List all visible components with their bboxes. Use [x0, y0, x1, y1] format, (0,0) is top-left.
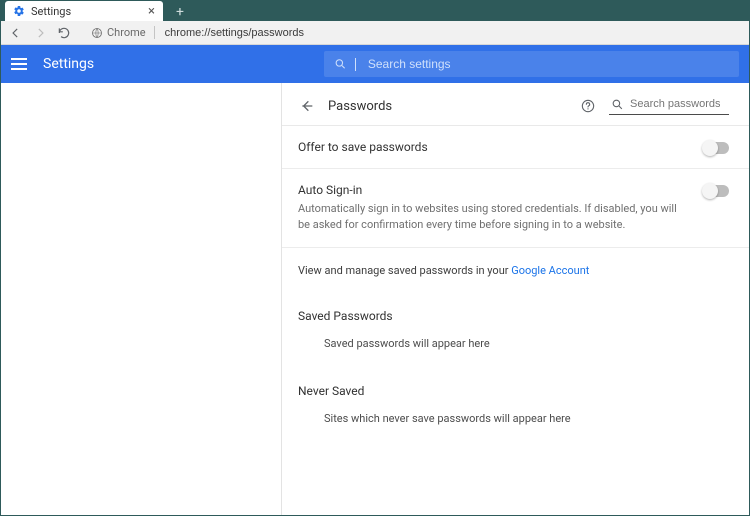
- browser-tab-strip: Settings × +: [1, 1, 749, 21]
- password-search-input[interactable]: [630, 98, 720, 110]
- auto-signin-toggle[interactable]: [703, 185, 729, 197]
- sidebar: [1, 83, 282, 515]
- content-header: Passwords: [282, 83, 749, 126]
- row-offer-save: Offer to save passwords: [282, 126, 749, 169]
- saved-passwords-empty: Saved passwords will appear here: [282, 333, 749, 376]
- saved-passwords-heading: Saved Passwords: [282, 301, 749, 333]
- main-area: Passwords Offer to save passwords Auto S…: [1, 83, 749, 515]
- google-account-link[interactable]: Google Account: [511, 264, 589, 277]
- browser-tab-settings[interactable]: Settings ×: [5, 1, 163, 21]
- search-icon: [611, 98, 624, 111]
- manage-passwords-text: View and manage saved passwords in your: [298, 264, 511, 277]
- offer-save-toggle[interactable]: [703, 142, 729, 154]
- app-title: Settings: [43, 56, 94, 72]
- password-search[interactable]: [609, 98, 729, 115]
- page-title: Passwords: [328, 99, 567, 114]
- settings-search[interactable]: [324, 51, 739, 77]
- caret-icon: [355, 58, 356, 71]
- gear-icon: [13, 5, 25, 17]
- menu-icon[interactable]: [11, 54, 31, 74]
- manage-passwords-row: View and manage saved passwords in your …: [282, 248, 749, 301]
- page-back-button[interactable]: [298, 97, 316, 115]
- auto-signin-description: Automatically sign in to websites using …: [298, 201, 678, 233]
- address-bar[interactable]: [165, 27, 485, 39]
- row-auto-signin: Auto Sign-in Automatically sign in to we…: [282, 169, 749, 248]
- never-saved-heading: Never Saved: [282, 376, 749, 408]
- url-source-chip: Chrome: [91, 26, 146, 39]
- new-tab-button[interactable]: +: [169, 3, 191, 21]
- close-icon[interactable]: ×: [148, 5, 155, 18]
- never-saved-empty: Sites which never save passwords will ap…: [282, 408, 749, 451]
- back-button[interactable]: [7, 24, 25, 42]
- offer-save-label: Offer to save passwords: [298, 140, 428, 154]
- tab-title: Settings: [31, 5, 148, 18]
- reload-button[interactable]: [55, 24, 73, 42]
- help-icon[interactable]: [579, 97, 597, 115]
- content-pane: Passwords Offer to save passwords Auto S…: [282, 83, 749, 515]
- settings-search-input[interactable]: [368, 57, 729, 71]
- auto-signin-label: Auto Sign-in: [298, 183, 678, 197]
- browser-toolbar: Chrome: [1, 21, 749, 45]
- forward-button[interactable]: [31, 24, 49, 42]
- app-header: Settings: [1, 45, 749, 83]
- globe-icon: [91, 27, 103, 39]
- url-source-label: Chrome: [107, 26, 146, 39]
- search-icon: [334, 57, 347, 71]
- url-divider: [154, 26, 155, 39]
